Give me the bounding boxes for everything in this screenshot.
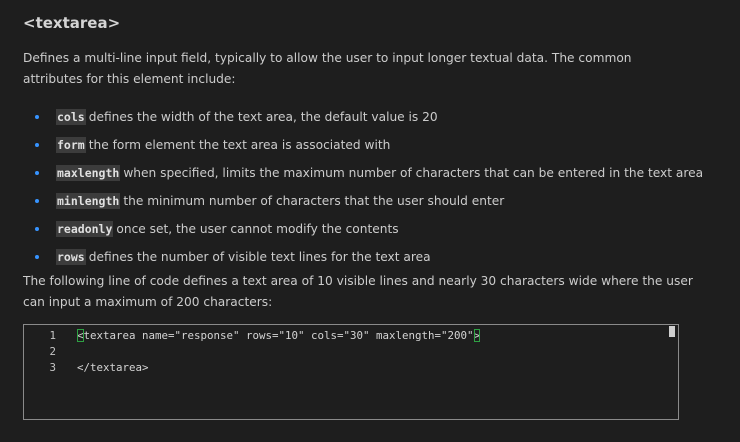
attribute-code: form — [56, 137, 86, 153]
line-number: 1 — [49, 328, 56, 342]
line-number: 3 — [49, 360, 56, 374]
attribute-description: the form element the text area is associ… — [88, 138, 391, 152]
code-line[interactable]: 3 </textarea> — [24, 359, 678, 375]
line-number: 2 — [49, 344, 56, 358]
list-item: rows defines the number of visible text … — [23, 243, 703, 271]
attribute-list: cols defines the width of the text area,… — [23, 103, 703, 271]
code-line[interactable]: 2 — [24, 343, 678, 359]
line-code-text: textarea name="response" rows="10" cols=… — [83, 328, 474, 342]
attribute-description: defines the number of visible text lines… — [88, 250, 431, 264]
attribute-code: readonly — [56, 221, 114, 237]
bracket-match-close: > — [473, 328, 481, 342]
code-line[interactable]: 1 <textarea name="response" rows="10" co… — [24, 327, 678, 343]
bullet-icon — [35, 171, 39, 175]
line-code[interactable]: </textarea> — [77, 361, 149, 374]
line-code[interactable]: <textarea name="response" rows="10" cols… — [77, 328, 481, 342]
bullet-icon — [35, 255, 39, 259]
attribute-code: minlength — [56, 193, 121, 209]
attribute-code: cols — [56, 109, 86, 125]
list-item: readonly once set, the user cannot modif… — [23, 215, 703, 243]
attribute-description: when specified, limits the maximum numbe… — [123, 166, 704, 180]
bullet-icon — [35, 199, 39, 203]
attribute-description: once set, the user cannot modify the con… — [116, 222, 399, 236]
bullet-icon — [35, 115, 39, 119]
attribute-description: defines the width of the text area, the … — [88, 110, 438, 124]
list-item: minlength the minimum number of characte… — [23, 187, 703, 215]
attribute-code: rows — [56, 249, 86, 265]
bullet-icon — [35, 227, 39, 231]
code-lines: 1 <textarea name="response" rows="10" co… — [24, 327, 678, 375]
scrollbar-thumb[interactable] — [669, 326, 675, 337]
outro-paragraph: The following line of code defines a tex… — [23, 274, 693, 309]
list-item: maxlength when specified, limits the max… — [23, 159, 703, 187]
page-title: <textarea> — [23, 14, 121, 32]
attribute-code: maxlength — [56, 165, 121, 181]
code-editor[interactable]: 1 <textarea name="response" rows="10" co… — [23, 324, 679, 420]
intro-paragraph: Defines a multi-line input field, typica… — [23, 51, 632, 86]
bullet-icon — [35, 143, 39, 147]
list-item: cols defines the width of the text area,… — [23, 103, 703, 131]
list-item: form the form element the text area is a… — [23, 131, 703, 159]
attribute-description: the minimum number of characters that th… — [123, 194, 505, 208]
